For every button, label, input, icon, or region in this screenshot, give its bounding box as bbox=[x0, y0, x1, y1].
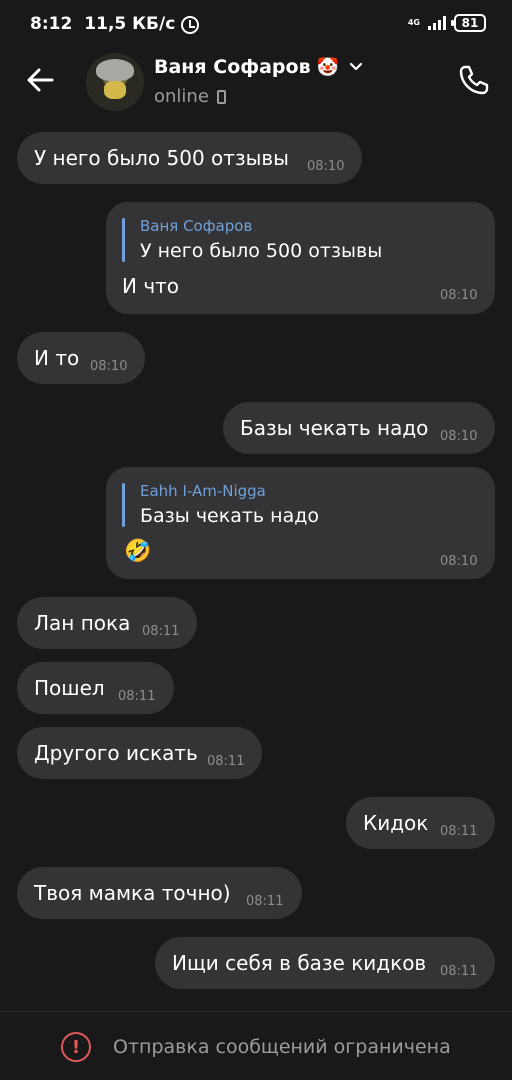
message-time: 08:10 bbox=[307, 159, 345, 174]
message-text: Другого искать bbox=[34, 741, 198, 765]
reply-quoted-text: Базы чекать надо bbox=[140, 505, 319, 527]
message-text: И то bbox=[34, 346, 80, 370]
messaging-restricted-bar: ! Отправка сообщений ограничена bbox=[0, 1011, 512, 1080]
battery-icon: 81 bbox=[451, 14, 486, 32]
contact-name-text: Ваня Софаров bbox=[154, 56, 311, 78]
message-bubble-incoming[interactable]: У него было 500 отзывы 08:10 bbox=[17, 132, 362, 184]
reply-quote-bar bbox=[122, 483, 125, 527]
message-bubble-outgoing[interactable]: Кидок 08:11 bbox=[346, 797, 495, 849]
alarm-icon bbox=[181, 15, 200, 34]
reply-quoted-text: У него было 500 отзывы bbox=[140, 240, 383, 262]
message-text: И что bbox=[122, 274, 180, 298]
message-time: 08:11 bbox=[207, 754, 245, 769]
message-text: Лан пока bbox=[34, 611, 131, 635]
signal-icon bbox=[428, 16, 446, 30]
network-type: 4G bbox=[407, 18, 420, 27]
message-time: 08:10 bbox=[440, 429, 478, 444]
message-bubble-incoming[interactable]: Твоя мамка точно) 08:11 bbox=[17, 867, 302, 919]
message-bubble-incoming[interactable]: И то 08:10 bbox=[17, 332, 145, 384]
status-time: 8:12 bbox=[30, 14, 73, 34]
restricted-notice: Отправка сообщений ограничена bbox=[113, 1036, 451, 1058]
message-text: Пошел bbox=[34, 676, 105, 700]
phone-call-icon[interactable] bbox=[456, 62, 492, 98]
status-bar: 8:12 11,5 КБ/с 4G 81 bbox=[0, 0, 512, 48]
message-bubble-outgoing-reply[interactable]: Eahh I-Am-Nigga Базы чекать надо 🤣 08:10 bbox=[106, 467, 495, 579]
message-time: 08:11 bbox=[142, 624, 180, 639]
back-arrow-icon[interactable] bbox=[22, 62, 58, 98]
message-bubble-incoming[interactable]: Лан пока 08:11 bbox=[17, 597, 197, 649]
message-bubble-outgoing[interactable]: Базы чекать надо 08:10 bbox=[223, 402, 495, 454]
mobile-device-icon bbox=[216, 89, 226, 104]
reply-quote-bar bbox=[122, 218, 125, 262]
contact-status-text: online bbox=[154, 86, 209, 107]
message-text: Твоя мамка точно) bbox=[34, 881, 231, 905]
message-time: 08:10 bbox=[440, 554, 478, 569]
message-time: 08:10 bbox=[440, 288, 478, 303]
rofl-emoji: 🤣 bbox=[124, 539, 152, 564]
message-time: 08:11 bbox=[440, 824, 478, 839]
message-time: 08:11 bbox=[246, 894, 284, 909]
chat-header: Ваня Софаров 🤡 online bbox=[0, 48, 512, 116]
message-time: 08:11 bbox=[118, 689, 156, 704]
message-text: Ищи себя в базе кидков bbox=[172, 951, 427, 975]
message-time: 08:11 bbox=[440, 964, 478, 979]
status-network-speed: 11,5 КБ/с bbox=[84, 14, 176, 34]
message-text: Кидок bbox=[363, 811, 429, 835]
chevron-down-icon[interactable] bbox=[349, 60, 363, 74]
message-bubble-incoming[interactable]: Пошел 08:11 bbox=[17, 662, 174, 714]
status-right: 4G 81 bbox=[408, 14, 486, 32]
contact-avatar[interactable] bbox=[86, 53, 144, 111]
message-time: 08:10 bbox=[90, 359, 128, 374]
warning-icon: ! bbox=[61, 1032, 91, 1062]
message-list[interactable]: У него было 500 отзывы 08:10 Ваня Софаро… bbox=[0, 116, 512, 1011]
contact-name[interactable]: Ваня Софаров 🤡 bbox=[154, 56, 363, 78]
reply-author: Ваня Софаров bbox=[140, 217, 253, 235]
message-text: У него было 500 отзывы bbox=[34, 146, 289, 170]
battery-level: 81 bbox=[461, 16, 479, 30]
contact-status: online bbox=[154, 86, 226, 107]
message-bubble-incoming[interactable]: Другого искать 08:11 bbox=[17, 727, 262, 779]
message-text: Базы чекать надо bbox=[240, 416, 429, 440]
message-bubble-outgoing[interactable]: Ищи себя в базе кидков 08:11 bbox=[155, 937, 495, 989]
message-bubble-outgoing-reply[interactable]: Ваня Софаров У него было 500 отзывы И чт… bbox=[106, 202, 495, 314]
clown-emoji-icon: 🤡 bbox=[316, 56, 340, 78]
reply-author: Eahh I-Am-Nigga bbox=[140, 482, 266, 500]
